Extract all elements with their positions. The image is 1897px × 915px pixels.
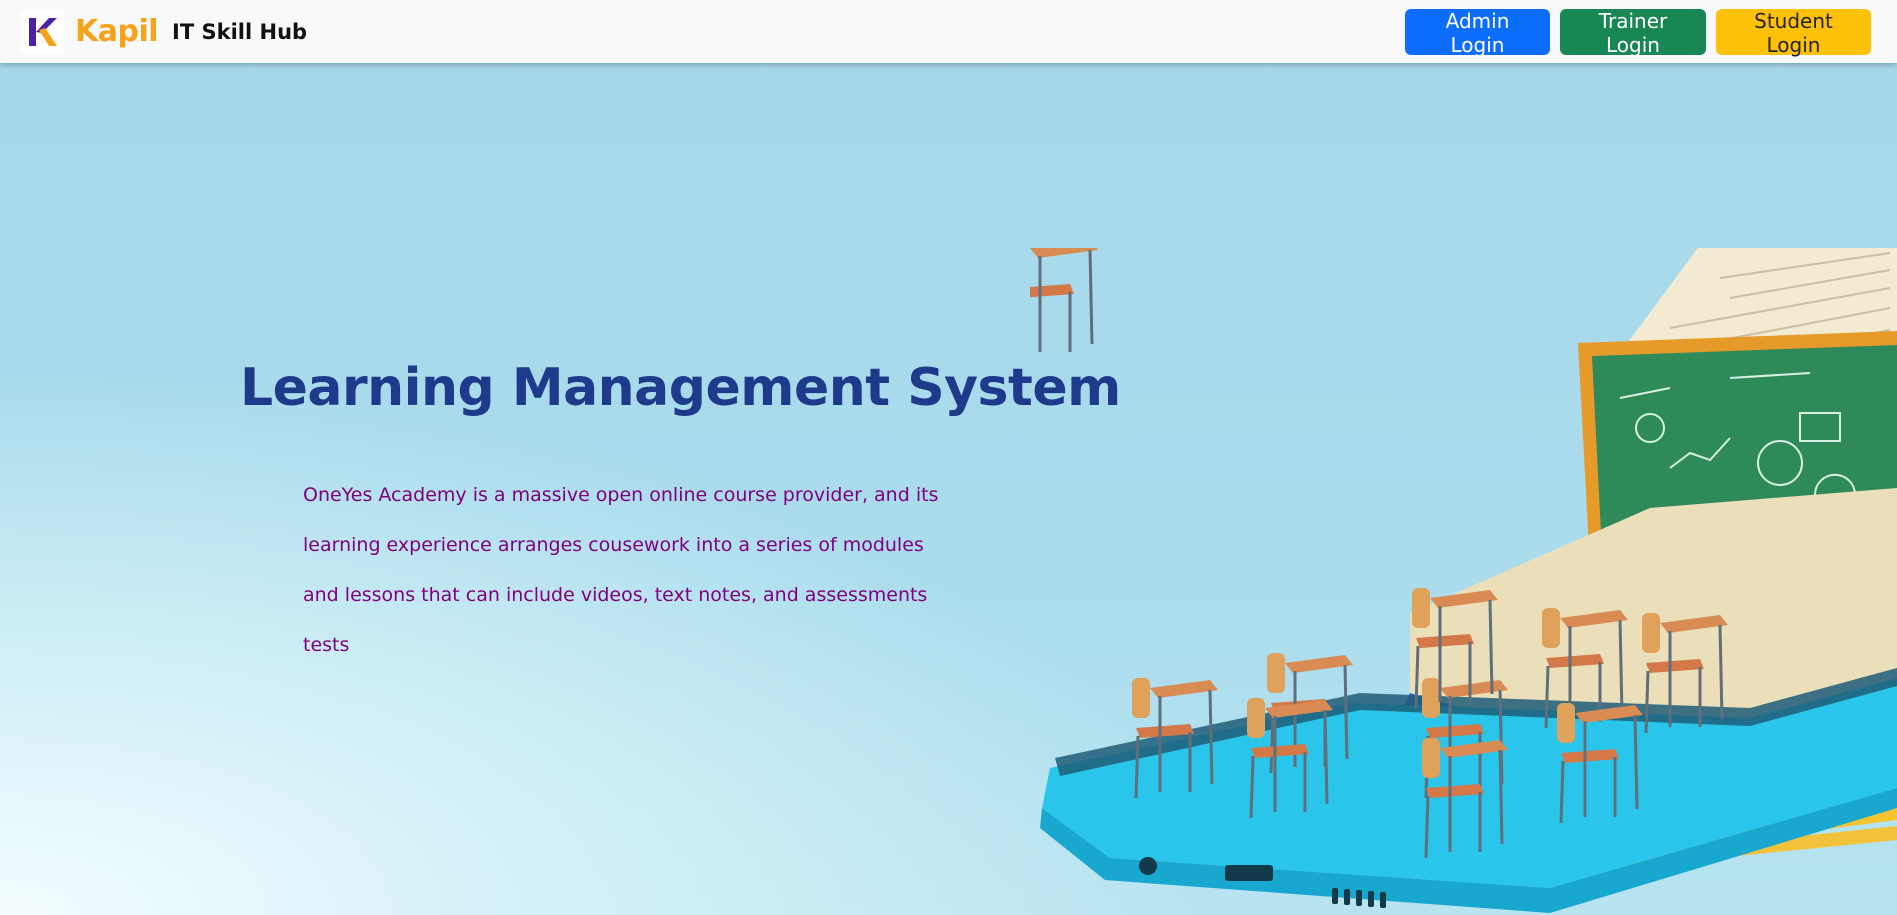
login-buttons: Admin Login Trainer Login Student Login xyxy=(1405,8,1871,57)
top-navbar: Kapil IT Skill Hub Admin Login Trainer L… xyxy=(0,0,1897,63)
hero-title: Learning Management System xyxy=(240,358,1121,418)
student-login-button[interactable]: Student Login xyxy=(1716,8,1871,57)
brand-name: Kapil xyxy=(75,14,159,49)
trainer-login-button[interactable]: Trainer Login xyxy=(1560,8,1706,57)
k-logo-icon xyxy=(20,9,64,54)
admin-login-button[interactable]: Admin Login xyxy=(1405,8,1550,57)
hero-section: Learning Management System OneYes Academ… xyxy=(0,63,1897,915)
brand[interactable]: Kapil IT Skill Hub xyxy=(20,9,308,54)
classroom-on-smartphone-illustration xyxy=(1030,248,1897,913)
brand-subtitle: IT Skill Hub xyxy=(172,19,308,44)
hero-description: OneYes Academy is a massive open online … xyxy=(303,484,939,656)
